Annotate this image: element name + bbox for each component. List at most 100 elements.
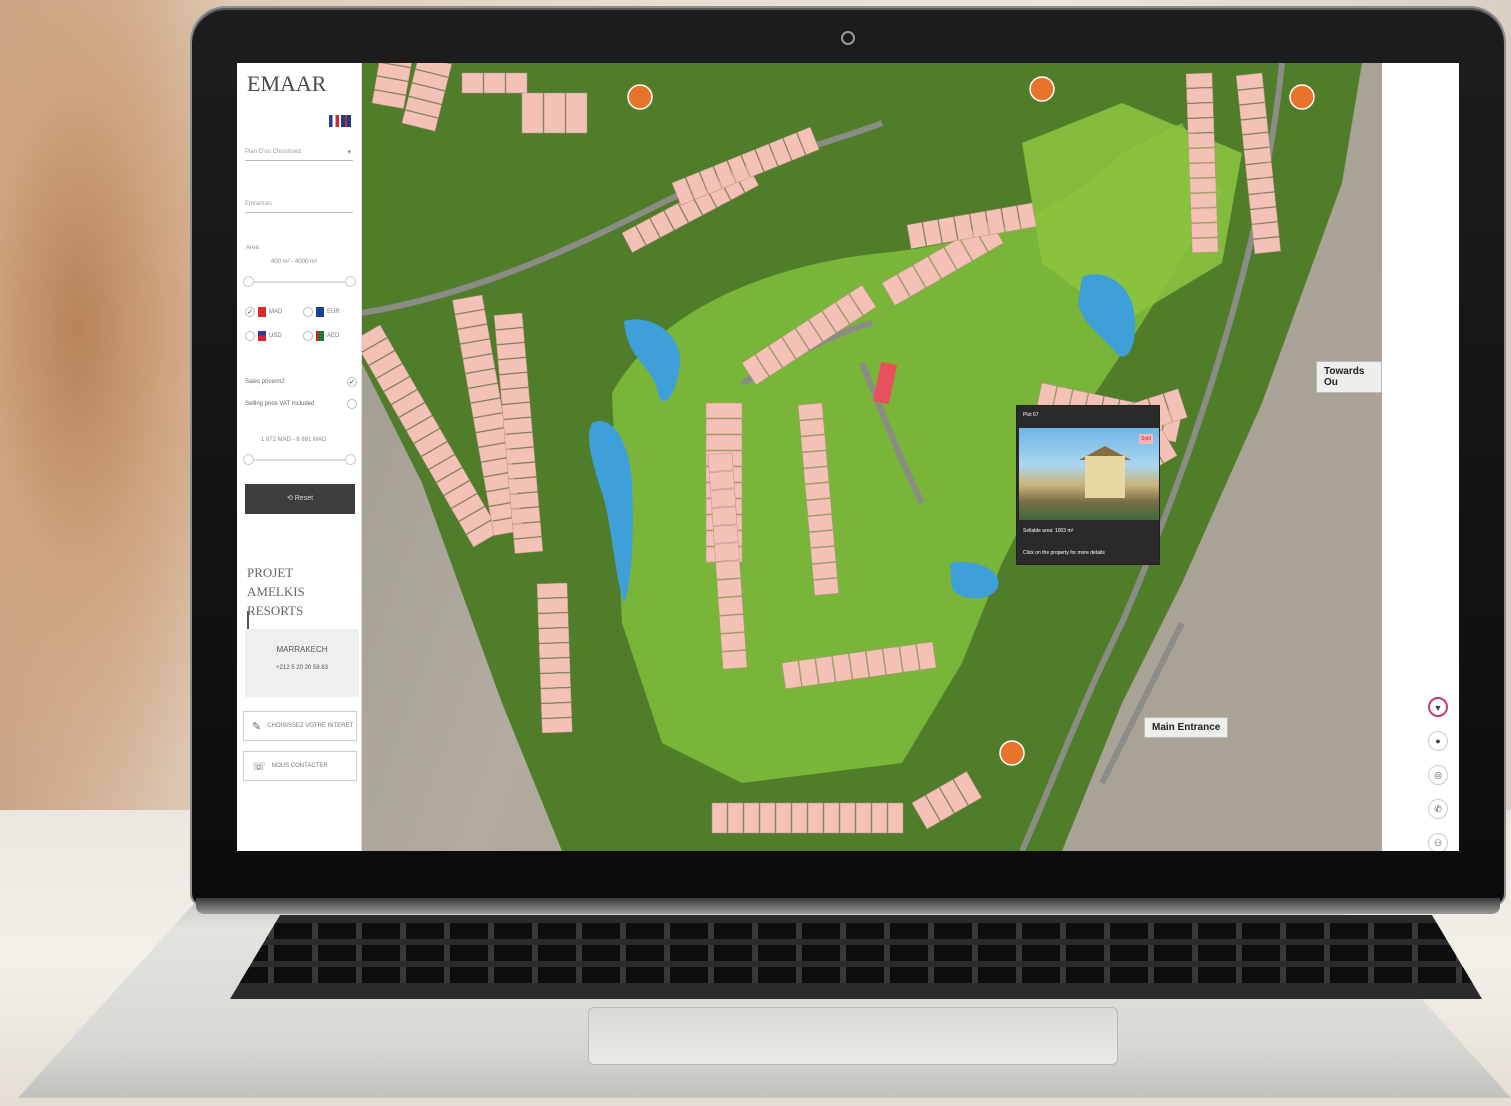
plot[interactable] [1245, 162, 1274, 180]
plot[interactable] [716, 578, 743, 598]
plot[interactable] [832, 653, 853, 682]
plot[interactable] [513, 536, 544, 554]
plot[interactable] [1188, 147, 1216, 164]
plot[interactable] [1191, 237, 1219, 254]
price-slider[interactable] [243, 454, 356, 465]
plot[interactable] [813, 578, 839, 596]
plot[interactable] [1188, 162, 1216, 179]
plot[interactable] [715, 560, 741, 580]
plot[interactable] [1246, 177, 1275, 195]
location-pin-button[interactable]: ● [1428, 731, 1448, 751]
plot[interactable] [538, 627, 570, 644]
plot[interactable] [810, 546, 837, 564]
plot[interactable] [1251, 221, 1280, 240]
plot[interactable] [811, 562, 838, 580]
area-slider-min-handle[interactable] [243, 276, 254, 287]
plot[interactable] [705, 402, 743, 419]
plot[interactable] [499, 372, 529, 390]
plot[interactable] [802, 450, 828, 469]
plot[interactable] [705, 434, 743, 451]
plot[interactable] [721, 650, 748, 670]
plot[interactable] [727, 802, 744, 834]
plot[interactable] [712, 524, 739, 544]
plot[interactable] [807, 802, 824, 834]
plot[interactable] [1249, 206, 1278, 225]
plot[interactable] [806, 498, 832, 516]
plot[interactable] [536, 582, 568, 599]
plot[interactable] [493, 312, 524, 330]
plot[interactable] [537, 597, 569, 614]
sales-price-option[interactable]: Sales price/m2 ✓ [245, 377, 357, 387]
plot[interactable] [1237, 87, 1266, 105]
plot[interactable] [865, 648, 886, 678]
plot[interactable] [815, 655, 836, 685]
plot[interactable] [506, 462, 537, 480]
price-slider-max-handle[interactable] [345, 454, 356, 465]
plot[interactable] [804, 482, 831, 501]
plot[interactable] [510, 506, 541, 524]
plot[interactable] [1248, 192, 1277, 210]
plot[interactable] [538, 642, 570, 659]
plot[interactable] [1186, 87, 1214, 104]
plot[interactable] [1190, 207, 1218, 224]
plot[interactable] [823, 802, 840, 834]
plot[interactable] [807, 514, 834, 532]
currency-option-eur[interactable]: EUR [303, 307, 340, 317]
plot[interactable] [509, 492, 540, 509]
contact-us-button[interactable]: ☏ NOUS CONTACTER [243, 751, 357, 781]
vat-option[interactable]: Selling price VAT Included [245, 399, 357, 409]
plot[interactable] [1186, 102, 1214, 119]
plot[interactable] [1189, 192, 1217, 209]
plot[interactable] [714, 542, 740, 562]
plot[interactable] [497, 357, 528, 375]
price-slider-min-handle[interactable] [243, 454, 254, 465]
target-button[interactable]: ◎ [1428, 765, 1448, 785]
plot[interactable] [539, 657, 571, 674]
checkbox-checked-icon[interactable]: ✓ [245, 307, 255, 317]
language-switcher[interactable] [329, 115, 351, 127]
area-slider-max-handle[interactable] [345, 276, 356, 287]
plot[interactable] [791, 802, 808, 834]
area-slider[interactable] [243, 276, 356, 287]
plot[interactable] [1190, 222, 1218, 239]
uk-flag-icon[interactable] [341, 115, 351, 127]
masterplan-map[interactable]: Towards Ou Main Entrance Plot 67 Sold Se… [362, 63, 1382, 851]
plot[interactable] [855, 802, 872, 834]
plot[interactable] [882, 646, 903, 675]
plot[interactable] [887, 802, 904, 834]
plot[interactable] [720, 632, 747, 652]
plot[interactable] [521, 92, 544, 134]
plot[interactable] [849, 651, 870, 680]
plot[interactable] [781, 660, 802, 690]
plot[interactable] [565, 92, 588, 134]
plot[interactable] [496, 342, 527, 360]
currency-option-aed[interactable]: AED [303, 331, 339, 341]
plot[interactable] [504, 432, 534, 450]
plot[interactable] [1187, 117, 1215, 134]
plot[interactable] [512, 521, 542, 539]
plot[interactable] [798, 658, 819, 687]
plot-tooltip[interactable]: Plot 67 Sold Sellable area: 1003 m² Clic… [1016, 405, 1160, 565]
plot-row-top-1[interactable] [461, 72, 528, 94]
layers-button[interactable]: ▼ [1428, 697, 1448, 717]
plot[interactable] [711, 506, 738, 526]
plot-row-top-2[interactable] [521, 92, 588, 134]
plot[interactable] [800, 434, 827, 453]
plot[interactable] [799, 418, 825, 437]
plot[interactable] [1243, 147, 1272, 165]
checkbox-checked-icon[interactable]: ✓ [347, 377, 357, 387]
checkbox-icon[interactable] [347, 399, 357, 409]
plot[interactable] [500, 387, 531, 405]
plot[interactable] [540, 702, 572, 719]
plot[interactable] [759, 802, 776, 834]
plot[interactable] [1235, 72, 1264, 90]
plot[interactable] [540, 687, 572, 704]
plot[interactable] [711, 802, 728, 834]
plot[interactable] [719, 614, 745, 634]
plot[interactable] [839, 802, 856, 834]
plot[interactable] [1253, 236, 1281, 255]
plot[interactable] [709, 470, 735, 490]
plot[interactable] [501, 402, 532, 420]
plot[interactable] [543, 92, 566, 134]
plot[interactable] [1239, 102, 1267, 120]
